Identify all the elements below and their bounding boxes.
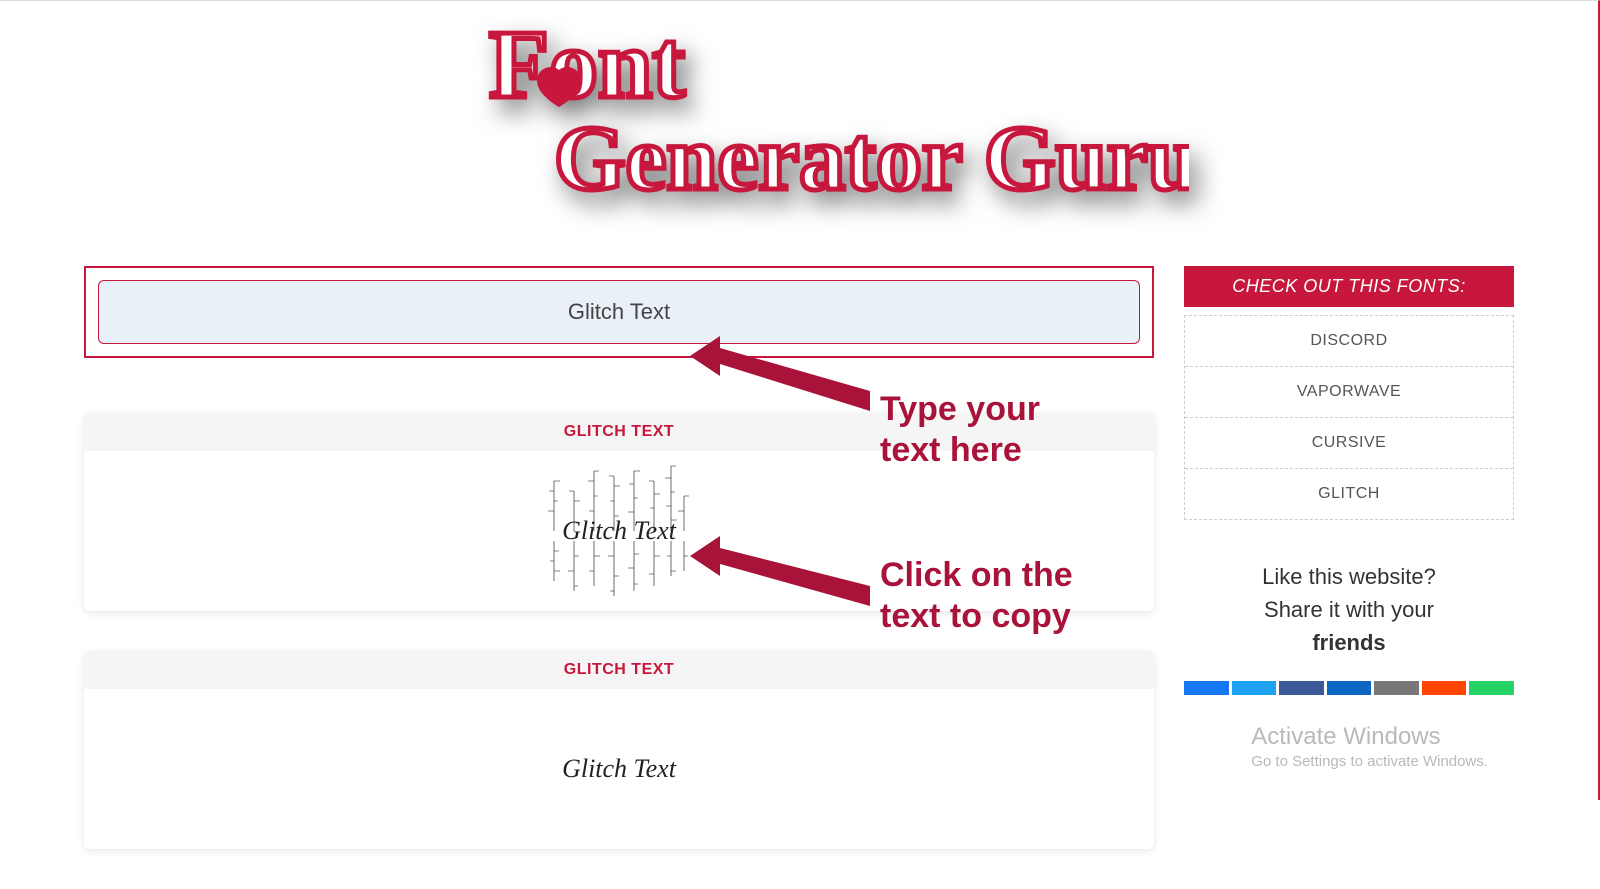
- annotation-click-copy: Click on thetext to copy: [880, 555, 1073, 637]
- share-button[interactable]: [1469, 681, 1514, 695]
- logo-word-generator-guru: Generator Guru: [554, 107, 1189, 209]
- share-button[interactable]: [1279, 681, 1324, 695]
- input-box-container: [84, 266, 1154, 358]
- result-card-2: GLITCH TEXT Glitch Text: [84, 651, 1154, 849]
- sidebar-title: CHECK OUT THIS FONTS:: [1184, 266, 1514, 307]
- font-link-list: DISCORD VAPORWAVE CURSIVE GLITCH: [1184, 315, 1514, 520]
- font-link-glitch[interactable]: GLITCH: [1185, 469, 1513, 519]
- text-input[interactable]: [98, 280, 1140, 344]
- annotation-type-here: Type yourtext here: [880, 389, 1040, 471]
- font-link-cursive[interactable]: CURSIVE: [1185, 418, 1513, 469]
- sidebar: CHECK OUT THIS FONTS: DISCORD VAPORWAVE …: [1184, 266, 1514, 695]
- share-button[interactable]: [1422, 681, 1467, 695]
- share-button[interactable]: [1232, 681, 1277, 695]
- logo-word-font: Font: [489, 11, 685, 119]
- share-button[interactable]: [1327, 681, 1372, 695]
- glitch-output-text: Glitch Text: [562, 518, 676, 544]
- share-button[interactable]: [1184, 681, 1229, 695]
- glitch-output-text: Glitch Text: [562, 756, 676, 782]
- share-block: Like this website? Share it with your fr…: [1184, 560, 1514, 695]
- result-title: GLITCH TEXT: [84, 651, 1154, 689]
- font-link-discord[interactable]: DISCORD: [1185, 316, 1513, 367]
- result-body-copy[interactable]: Glitch Text: [84, 689, 1154, 849]
- share-text: Like this website? Share it with your fr…: [1184, 560, 1514, 659]
- font-link-vaporwave[interactable]: VAPORWAVE: [1185, 367, 1513, 418]
- share-button[interactable]: [1374, 681, 1419, 695]
- site-logo: .script{font-family: 'Brush Script MT','…: [84, 1, 1514, 266]
- share-buttons-row: [1184, 681, 1514, 695]
